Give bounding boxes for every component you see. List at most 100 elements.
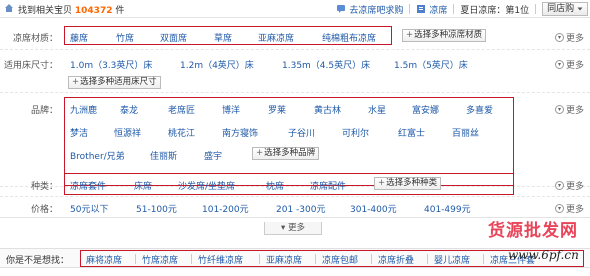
- plus-icon: +: [72, 77, 80, 87]
- filter-item-brand[interactable]: 盛宇: [204, 149, 222, 162]
- filter-item-brand[interactable]: 水星: [368, 103, 386, 116]
- divider: [483, 254, 484, 264]
- filter-label-brand: 品牌：: [30, 106, 58, 116]
- suggestion-item[interactable]: 亚麻凉席: [266, 253, 302, 266]
- result-count-text: 找到相关宝贝 104372 件: [18, 3, 124, 16]
- plus-icon: +: [256, 148, 264, 158]
- filter-panel: 凉席材质： 藤席 竹席 双面席 草席 亚麻凉席 纯棉粗布凉席 +选择多种凉席材质…: [0, 19, 590, 218]
- multi-select-type-button[interactable]: +选择多种种类: [374, 177, 442, 190]
- filter-item-price[interactable]: 101-200元: [202, 202, 249, 215]
- more-material-label: 更多: [565, 34, 584, 44]
- filter-item-brand[interactable]: 桃花江: [168, 126, 195, 139]
- chevron-down-icon: ▾: [554, 33, 564, 42]
- filter-label-material: 凉席材质：: [12, 34, 58, 44]
- suggestion-item[interactable]: 凉席三件套: [490, 253, 535, 266]
- multi-select-brand-label: 选择多种品牌: [264, 148, 316, 158]
- filter-item-size[interactable]: 1.2m（4英尺）床: [180, 58, 254, 71]
- more-size-button[interactable]: ▾ 更多: [554, 58, 584, 71]
- filter-item-price[interactable]: 50元以下: [70, 202, 108, 215]
- filter-item-brand[interactable]: 博洋: [222, 103, 240, 116]
- highlight-box-type: [64, 173, 514, 195]
- same-store-label: 同店购: [547, 4, 575, 14]
- filter-label-price: 价格：: [30, 205, 58, 215]
- same-store-button[interactable]: 同店购: [542, 2, 588, 16]
- suggestion-item[interactable]: 麻将凉席: [86, 253, 122, 266]
- suggestion-bar: 你是不是想找： 麻将凉席 竹席凉席 竹纤维凉席 亚麻凉席 凉席包邮 凉席折叠 婴…: [0, 248, 590, 268]
- filter-item-material[interactable]: 亚麻凉席: [258, 31, 294, 44]
- filter-item-brand[interactable]: 恒源祥: [114, 126, 141, 139]
- watermark-title: 货源批发网: [488, 221, 578, 241]
- tag-icon: [417, 5, 426, 13]
- filter-item-type[interactable]: 凉席配件: [310, 179, 346, 192]
- forum-link[interactable]: 去凉席吧求购: [349, 3, 403, 16]
- filter-item-material[interactable]: 草席: [214, 31, 232, 44]
- filter-label-type: 种类：: [30, 182, 58, 192]
- suggestion-item[interactable]: 婴儿凉席: [434, 253, 470, 266]
- filter-item-price[interactable]: 301-400元: [350, 202, 397, 215]
- filter-item-type[interactable]: 凉席套件: [70, 179, 106, 192]
- filter-item-brand[interactable]: 可利尔: [342, 126, 369, 139]
- filter-item-price[interactable]: 401-499元: [424, 202, 471, 215]
- more-size-label: 更多: [565, 61, 584, 71]
- divider: [371, 254, 372, 264]
- filter-item-size[interactable]: 1.5m（5英尺）床: [394, 58, 468, 71]
- filter-item-brand[interactable]: 佳丽斯: [150, 149, 177, 162]
- filter-item-material[interactable]: 纯棉粗布凉席: [322, 31, 376, 44]
- multi-select-type-label: 选择多种种类: [386, 178, 438, 188]
- divider: [191, 254, 192, 264]
- filter-row-type: 种类： 凉席套件 床席 沙发席/坐垫席 枕席 凉席配件 +选择多种种类 ▾ 更多: [0, 169, 590, 197]
- home-icon: [5, 4, 13, 12]
- filter-item-brand[interactable]: 百丽丝: [452, 126, 479, 139]
- filter-item-type[interactable]: 床席: [134, 179, 152, 192]
- filter-item-brand[interactable]: 富安娜: [412, 103, 439, 116]
- chevron-down-icon: ▾: [281, 223, 286, 233]
- filter-item-brand[interactable]: 老席匠: [168, 103, 195, 116]
- found-prefix: 找到相关宝贝: [18, 6, 73, 16]
- filter-item-material[interactable]: 藤席: [70, 31, 88, 44]
- multi-select-material-button[interactable]: +选择多种凉席材质: [402, 29, 487, 42]
- found-count: 104372: [74, 6, 113, 16]
- more-material-button[interactable]: ▾ 更多: [554, 31, 584, 44]
- filter-item-type[interactable]: 枕席: [266, 179, 284, 192]
- rank-text: 夏日凉席：第1位: [460, 5, 530, 16]
- filter-item-brand[interactable]: 泰龙: [120, 103, 138, 116]
- more-type-label: 更多: [565, 182, 584, 192]
- multi-select-brand-button[interactable]: +选择多种品牌: [252, 147, 320, 160]
- filter-label-size: 适用床尺寸：: [3, 61, 58, 71]
- filter-row-size: 适用床尺寸： 1.0m（3.3英尺）床 1.2m（4英尺）床 1.35m（4.5…: [0, 50, 590, 93]
- multi-select-material-label: 选择多种凉席材质: [414, 30, 483, 40]
- filter-item-brand[interactable]: 梦洁: [70, 126, 88, 139]
- filter-item-brand[interactable]: 子谷川: [288, 126, 315, 139]
- filter-item-brand[interactable]: 罗莱: [268, 103, 286, 116]
- filter-item-brand[interactable]: 红富士: [398, 126, 425, 139]
- suggestion-item[interactable]: 凉席折叠: [378, 253, 414, 266]
- filter-item-brand[interactable]: Brother/兄弟: [70, 149, 125, 162]
- filter-item-material[interactable]: 双面席: [160, 31, 187, 44]
- filter-item-brand[interactable]: 黄古林: [314, 103, 341, 116]
- filter-item-brand[interactable]: 多喜爱: [466, 103, 493, 116]
- more-type-button[interactable]: ▾ 更多: [554, 179, 584, 192]
- filter-row-material: 凉席材质： 藤席 竹席 双面席 草席 亚麻凉席 纯棉粗布凉席 +选择多种凉席材质…: [0, 19, 590, 50]
- chevron-down-icon: ▾: [554, 105, 564, 114]
- more-brand-button[interactable]: ▾ 更多: [554, 103, 584, 116]
- header-links: 去凉席吧求购 凉席 夏日凉席：第1位 同店购: [336, 0, 590, 18]
- divider: [535, 4, 537, 14]
- filter-item-size[interactable]: 1.0m（3.3英尺）床: [70, 58, 152, 71]
- filter-item-type[interactable]: 沙发席/坐垫席: [178, 179, 235, 192]
- filter-item-size[interactable]: 1.35m（4.5英尺）床: [282, 58, 370, 71]
- more-price-button[interactable]: ▾ 更多: [554, 202, 584, 215]
- expand-more-tab[interactable]: ▾ 更多: [264, 222, 322, 235]
- chevron-down-icon: ▾: [554, 204, 564, 213]
- suggestion-item[interactable]: 竹席凉席: [142, 253, 178, 266]
- tag-link[interactable]: 凉席: [429, 3, 447, 16]
- filter-item-price[interactable]: 51-100元: [136, 202, 177, 215]
- filter-item-material[interactable]: 竹席: [116, 31, 134, 44]
- suggestion-item[interactable]: 竹纤维凉席: [198, 253, 243, 266]
- filter-item-brand[interactable]: 南方寝饰: [222, 126, 258, 139]
- multi-select-size-label: 选择多种适用床尺寸: [80, 77, 157, 87]
- filter-item-price[interactable]: 201 -300元: [276, 202, 325, 215]
- filter-item-brand[interactable]: 九洲鹿: [70, 103, 97, 116]
- divider: [259, 254, 260, 264]
- suggestion-item[interactable]: 凉席包邮: [322, 253, 358, 266]
- multi-select-size-button[interactable]: +选择多种适用床尺寸: [68, 76, 161, 89]
